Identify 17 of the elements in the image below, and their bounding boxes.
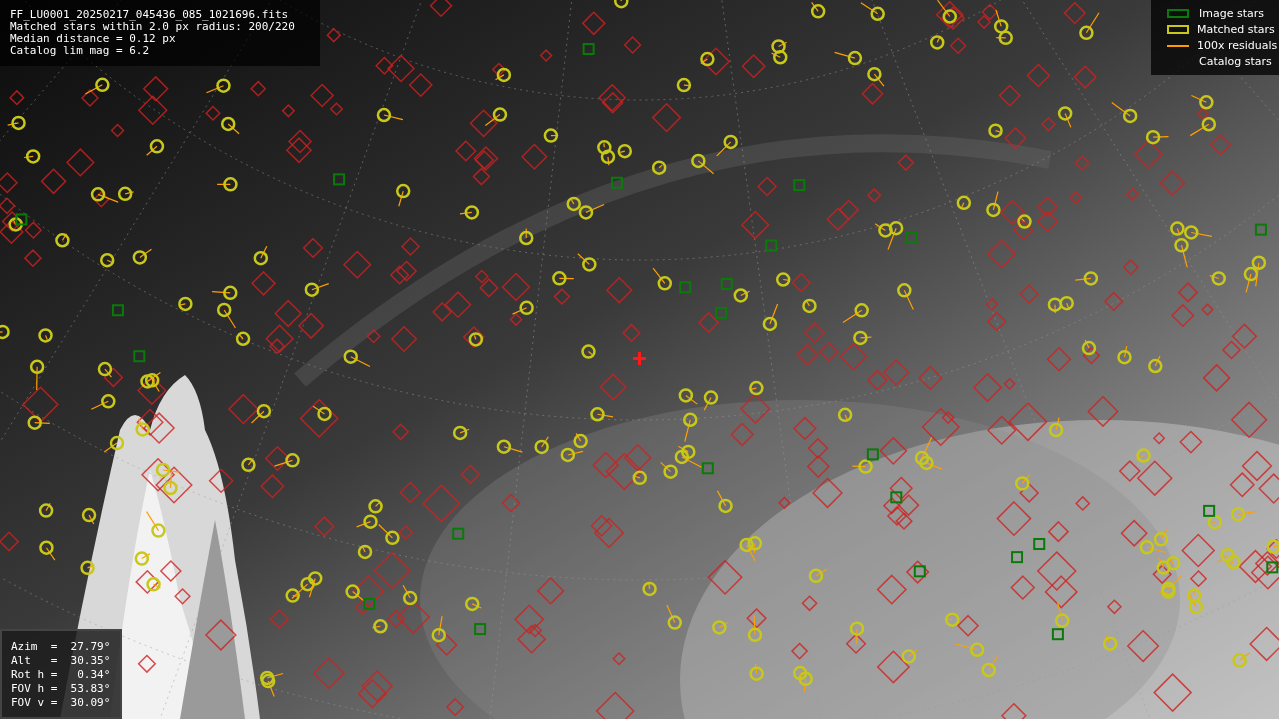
square-icon	[1167, 25, 1189, 34]
legend-label: Image stars	[1199, 6, 1264, 21]
line-icon	[1167, 44, 1189, 47]
legend-label: 100x residuals	[1197, 38, 1278, 53]
square-icon	[1167, 9, 1189, 18]
info-text: Matched stars within 2.0 px radius: 200/220	[10, 21, 296, 33]
pointing-text: Azim = 27.79°	[11, 640, 111, 654]
pointing-text: Rot h = 0.34°	[11, 668, 111, 682]
info-text: FF_LU0001_20250217_045436_085_1021696.fits	[10, 9, 290, 21]
info-text: Median distance = 0.12 px	[10, 33, 177, 45]
crosshair-icon	[633, 352, 646, 365]
pointing-text: FOV h = 53.83°	[11, 682, 111, 696]
info-text: Catalog lim mag = 6.2	[10, 45, 151, 57]
legend-label: Matched stars	[1197, 22, 1275, 37]
pointing-text: FOV v = 30.09°	[11, 696, 111, 710]
legend-label: Catalog stars	[1199, 54, 1272, 69]
pointing-text: Alt = 30.35°	[11, 654, 111, 668]
